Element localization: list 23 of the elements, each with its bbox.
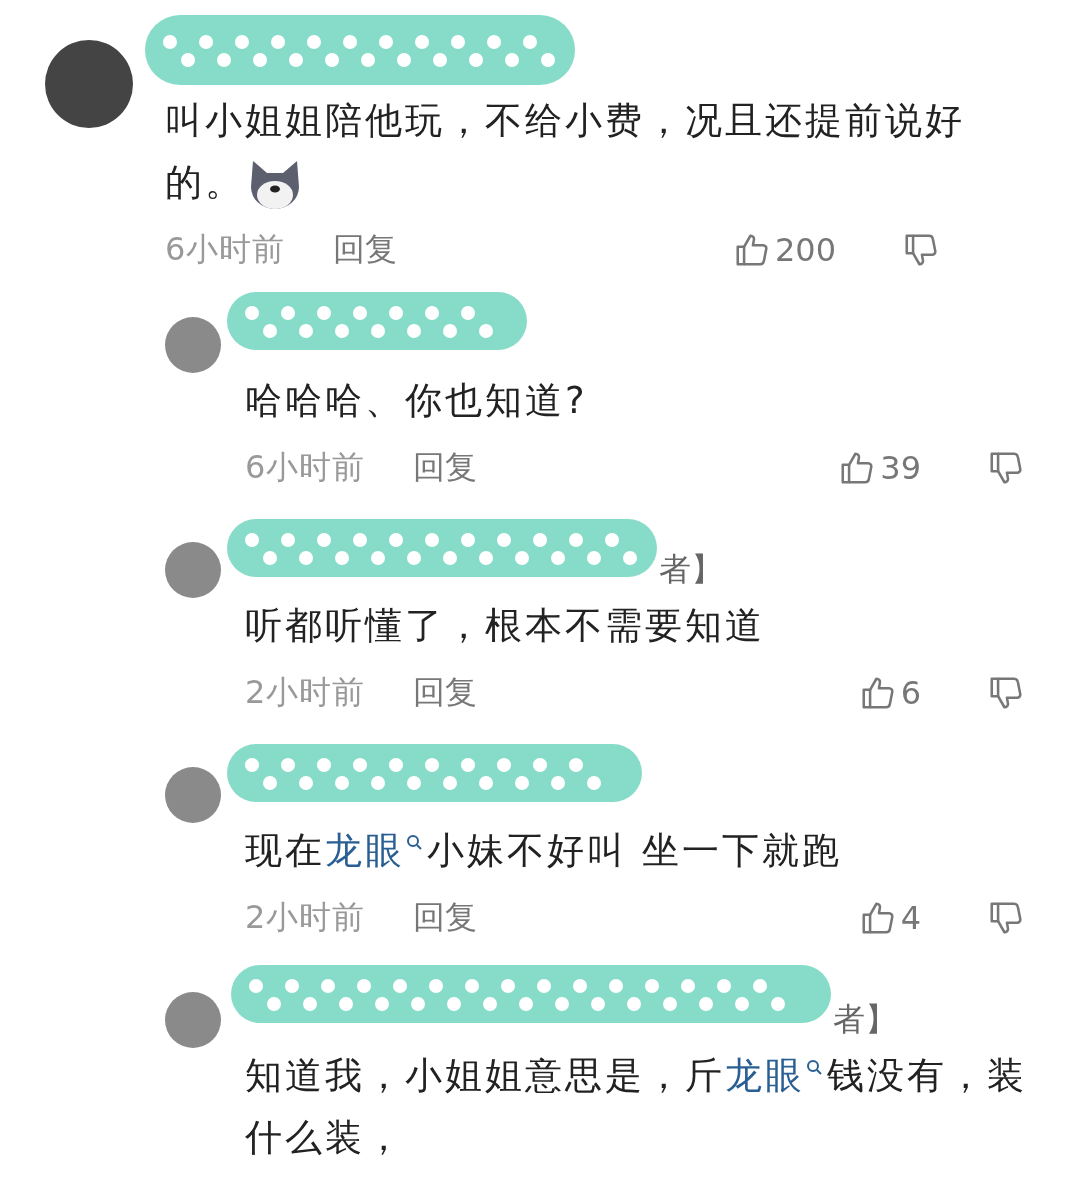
comment-text: 叫小姐姐陪他玩，不给小费，况且还提前说好的。 <box>165 90 995 214</box>
reply-link[interactable]: 回复 <box>413 446 478 490</box>
comment-time: 6小时前 <box>245 447 366 488</box>
like-count: 4 <box>900 899 921 937</box>
search-link[interactable]: 龙眼 <box>725 1054 827 1097</box>
user-tag: 者】 <box>659 548 723 592</box>
user-tag: 者】 <box>833 998 897 1042</box>
comment-time: 2小时前 <box>245 672 366 713</box>
reply-link[interactable]: 回复 <box>413 896 478 940</box>
comment-time: 6小时前 <box>165 229 286 270</box>
like-count: 6 <box>900 674 921 712</box>
comment-text: 哈哈哈、你也知道? <box>245 378 589 424</box>
reply-link[interactable]: 回复 <box>333 228 398 272</box>
comment-text: 现在龙眼 小妹不好叫 坐一下就跑 <box>245 828 843 874</box>
comment-text: 知道我，小姐姐意思是，斤龙眼 钱没有，装什么装， <box>245 1053 1028 1161</box>
comment-text: 听都听懂了，根本不需要知道 <box>245 603 766 649</box>
comment-time: 2小时前 <box>245 897 366 938</box>
reply-link[interactable]: 回复 <box>413 671 478 715</box>
like-count: 39 <box>880 449 921 487</box>
search-link[interactable]: 龙眼 <box>325 829 427 872</box>
search-icon[interactable] <box>405 834 423 852</box>
like-count: 200 <box>774 231 836 269</box>
search-icon[interactable] <box>805 1059 823 1077</box>
